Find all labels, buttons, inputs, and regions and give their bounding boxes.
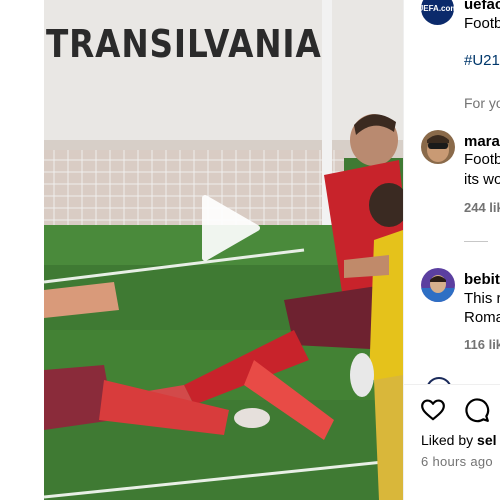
- see-translation-link[interactable]: For yo: [464, 95, 500, 111]
- comment-text: This r: [464, 290, 500, 307]
- liked-by-summary[interactable]: Liked by sel: [421, 432, 497, 448]
- post-side-panel: UEFA.com uefac Footb #U21 For yo mara Fo…: [403, 0, 500, 501]
- avatar-photo: [421, 268, 455, 302]
- comment-avatar[interactable]: [421, 130, 455, 164]
- liked-by-user[interactable]: sel: [477, 432, 496, 448]
- comment-icon: [465, 398, 490, 423]
- comment-button[interactable]: [464, 397, 490, 423]
- comment-avatar[interactable]: [421, 268, 455, 302]
- comment-text-continued: its wo: [464, 171, 500, 188]
- post-caption: Footb: [464, 15, 500, 32]
- avatar-logo-text: UEFA.com: [421, 4, 454, 13]
- comment-like-count[interactable]: 116 lik: [464, 337, 500, 352]
- stadium-banner-text: TRANSILVANIA: [46, 22, 322, 66]
- author-avatar[interactable]: UEFA.com: [421, 0, 454, 25]
- like-button[interactable]: [420, 397, 446, 423]
- comment-text-continued: Roma: [464, 309, 500, 326]
- post-hashtag[interactable]: #U21: [464, 52, 500, 69]
- page-margin: [0, 0, 44, 500]
- play-button[interactable]: [195, 194, 263, 262]
- heart-icon: [421, 399, 445, 421]
- view-replies-line[interactable]: [464, 241, 488, 242]
- video-player[interactable]: TRANSILVANIA: [44, 0, 403, 500]
- avatar-photo: [421, 130, 455, 164]
- play-icon: [202, 195, 260, 261]
- author-username[interactable]: uefac: [464, 0, 500, 13]
- post-timestamp[interactable]: 6 hours ago: [421, 454, 493, 469]
- comment-username[interactable]: bebit: [464, 271, 500, 288]
- comment-username[interactable]: mara: [464, 133, 500, 150]
- liked-by-prefix: Liked by: [421, 432, 478, 448]
- comment-like-count[interactable]: 244 lik: [464, 200, 500, 215]
- comment-text: Footb: [464, 151, 500, 168]
